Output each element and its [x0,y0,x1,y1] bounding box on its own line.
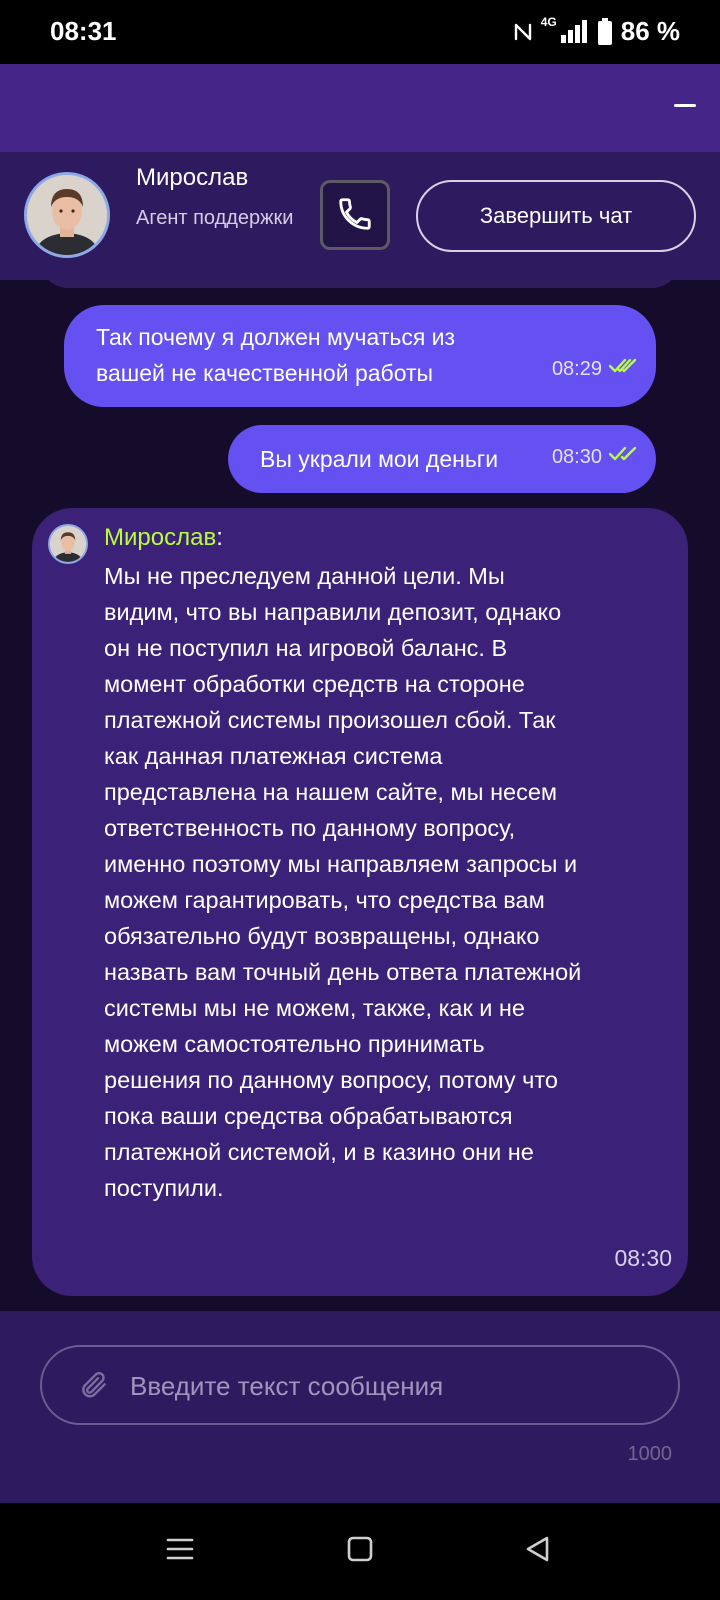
agent-avatar [24,172,110,258]
message-input-box[interactable] [40,1345,680,1425]
message-meta: 08:30 [552,445,638,469]
message-text: Так почему я должен мучаться из вашей не… [96,324,456,386]
message-list[interactable]: Так почему я должен мучаться из вашей не… [0,280,720,1311]
agent-name: Мирослав [136,164,249,191]
sender-avatar [48,524,88,564]
message-text: Мы не преследуем данной цели. Мы видим, … [104,563,582,1201]
char-counter: 1000 [627,1443,673,1465]
back-icon[interactable] [524,1535,552,1568]
agent-header: Мирослав Агент поддержки Завершить чат [0,152,720,280]
signal-icon [559,19,589,45]
message-input[interactable] [128,1361,652,1411]
message-time: 08:29 [551,357,602,380]
chat-top-bar [0,64,720,152]
call-button[interactable] [320,180,390,250]
message-outgoing[interactable]: Так почему я должен мучаться из вашей не… [64,305,656,407]
paperclip-icon[interactable] [78,1369,110,1406]
status-bar: 08:31 4G 86 % [0,0,720,64]
status-indicators: 4G 86 % [513,14,680,47]
message-time: 08:30 [614,1245,672,1271]
message-text: Вы украли мои деньги [260,446,499,472]
sender-name-text: Мирослав [104,524,217,551]
previous-message-edge [40,280,680,288]
message-meta: 08:29 [552,357,638,381]
agent-role: Агент поддержки [136,207,294,229]
battery-level: 86 % [620,16,680,46]
message-composer: 1000 [0,1311,720,1503]
system-nav-bar [0,1503,720,1600]
phone-icon [336,195,374,236]
message-incoming[interactable]: Мирослав: Мы не преследуем данной цели. … [32,508,688,1296]
home-icon[interactable] [347,1535,373,1568]
menu-icon[interactable] [166,1535,194,1568]
battery-icon [597,17,613,46]
network-type: 4G [540,14,557,29]
message-outgoing[interactable]: Вы украли мои деньги 08:30 [228,425,656,493]
end-chat-button[interactable]: Завершить чат [416,180,696,252]
status-time: 08:31 [50,16,117,46]
sender-name: Мирослав: [104,524,223,551]
message-time: 08:30 [551,445,602,468]
nfc-icon [513,20,533,44]
double-check-icon [608,357,638,381]
minimize-icon[interactable] [674,104,696,107]
double-check-icon [608,445,638,469]
